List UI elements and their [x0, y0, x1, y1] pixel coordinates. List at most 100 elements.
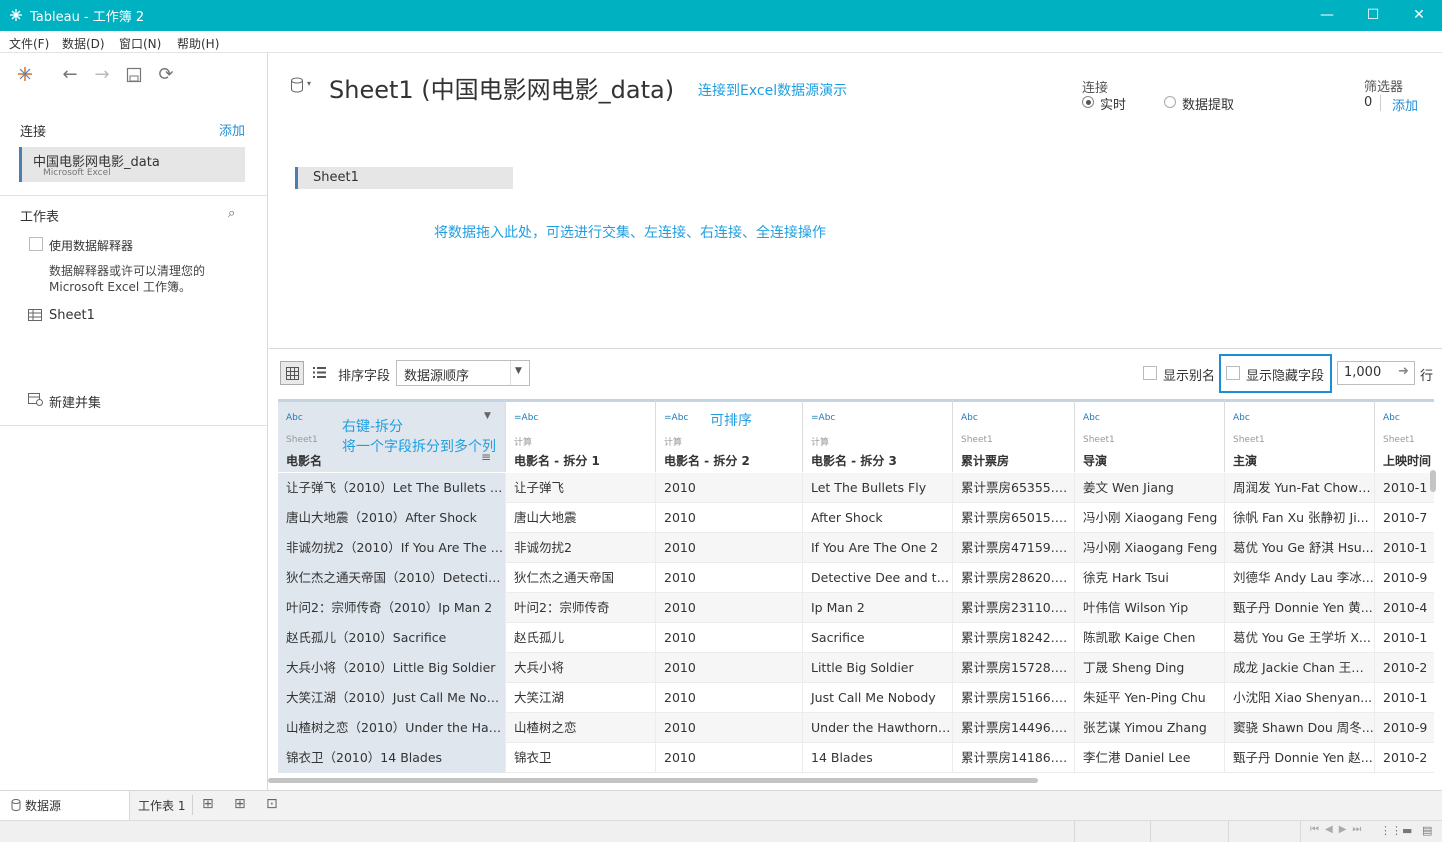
connection-item[interactable]: 中国电影网电影_data Microsoft Excel	[19, 147, 245, 182]
column-header[interactable]: =Abc 计算 电影名 - 拆分 1	[506, 399, 656, 472]
refresh-icon[interactable]: ⟳	[156, 65, 176, 85]
add-filter-link[interactable]: 添加	[1392, 95, 1418, 114]
show-hidden-checkbox[interactable]	[1226, 366, 1240, 380]
filmstrip-icon[interactable]: ▬	[1402, 824, 1412, 837]
table-row[interactable]: 赵氏孤儿（2010）Sacrifice 赵氏孤儿 2010 Sacrifice 累计票房…	[278, 623, 1434, 653]
title-bar: Tableau - 工作簿 2 — ☐ ✕	[0, 0, 1442, 31]
save-icon[interactable]	[126, 67, 142, 83]
arrow-right-icon[interactable]: ➜	[1398, 364, 1409, 379]
tab-datasource[interactable]: 数据源	[0, 791, 130, 820]
table-row[interactable]: 山楂树之恋（2010）Under the Haw... 山楂树之恋 2010 Unde…	[278, 713, 1434, 743]
table-icon	[28, 309, 42, 321]
divider	[0, 425, 268, 426]
table-cell: 累计票房65015.7万	[953, 503, 1075, 533]
column-header[interactable]: Abc Sheet1 上映时间	[1375, 399, 1434, 472]
rows-input[interactable]: 1,000 ➜	[1337, 361, 1415, 385]
column-header[interactable]: Abc Sheet1 累计票房	[953, 399, 1075, 472]
new-sheet-icon[interactable]: ⊞	[202, 796, 214, 812]
column-menu-icon[interactable]: ▼	[484, 411, 491, 421]
vertical-scrollbar[interactable]	[1430, 470, 1436, 492]
home-icon[interactable]	[16, 65, 34, 83]
new-union-link[interactable]: 新建并集	[49, 392, 101, 411]
column-name: 电影名 - 拆分 3	[811, 454, 897, 468]
type-icon: Abc	[1083, 413, 1100, 423]
datasource-title[interactable]: Sheet1 (中国电影网电影_data)	[329, 70, 674, 105]
horizontal-scrollbar[interactable]	[268, 778, 1038, 783]
annotation-split-2: 将一个字段拆分到多个列	[342, 439, 496, 455]
close-button[interactable]: ✕	[1396, 0, 1442, 31]
minimize-button[interactable]: —	[1304, 0, 1350, 31]
maximize-button[interactable]: ☐	[1350, 0, 1396, 31]
table-cell: 2010	[656, 623, 803, 653]
grid-view-button[interactable]	[280, 361, 304, 385]
type-icon: =Abc	[514, 413, 539, 423]
back-icon[interactable]: ←	[60, 65, 80, 85]
column-source: Sheet1	[1083, 435, 1115, 445]
table-cell: 李仁港 Daniel Lee	[1075, 743, 1225, 773]
interpreter-checkbox[interactable]	[29, 237, 43, 251]
table-row[interactable]: 叶问2：宗师传奇（2010）Ip Man 2 叶问2：宗师传奇 2010 Ip Man…	[278, 593, 1434, 623]
column-header[interactable]: =Abc 计算 电影名 - 拆分 3	[803, 399, 953, 472]
sheet-item[interactable]: Sheet1	[49, 308, 95, 323]
menu-help[interactable]: 帮助(H)	[177, 35, 219, 52]
table-cell: 2010-1	[1375, 473, 1434, 503]
table-row[interactable]: 大兵小将（2010）Little Big Soldier 大兵小将 2010 Litt…	[278, 653, 1434, 683]
column-name: 电影名 - 拆分 1	[514, 454, 600, 468]
table-pill[interactable]: Sheet1	[295, 167, 513, 189]
table-row[interactable]: 唐山大地震（2010）After Shock 唐山大地震 2010 After Sho…	[278, 503, 1434, 533]
datasource-icon[interactable]	[290, 77, 304, 93]
table-cell: 2010-1	[1375, 533, 1434, 563]
table-cell: If You Are The One 2	[803, 533, 953, 563]
sort-select[interactable]: 数据源顺序 ▼	[396, 360, 530, 386]
column-source: 计算	[664, 438, 683, 448]
table-cell: Detective Dee and th...	[803, 563, 953, 593]
table-cell: 锦衣卫（2010）14 Blades	[278, 743, 506, 773]
table-row[interactable]: 非诚勿扰2（2010）If You Are The O... 非诚勿扰2 2010 I…	[278, 533, 1434, 563]
column-source: 计算	[811, 438, 830, 448]
show-alias-checkbox[interactable]	[1143, 366, 1157, 380]
table-row[interactable]: 狄仁杰之通天帝国（2010）Detective... 狄仁杰之通天帝国 2010 De…	[278, 563, 1434, 593]
table-cell: 2010-9	[1375, 713, 1434, 743]
nav-arrows-icon[interactable]: ⏮◀▶⏭	[1310, 824, 1367, 835]
grid-small-icon[interactable]: ⋮⋮	[1380, 824, 1402, 837]
type-icon: Abc	[961, 413, 978, 423]
table-cell: 2010	[656, 743, 803, 773]
new-story-icon[interactable]: ⊡	[266, 796, 278, 812]
table-cell: 狄仁杰之通天帝国	[506, 563, 656, 593]
table-cell: Let The Bullets Fly	[803, 473, 953, 503]
column-header[interactable]: Abc Sheet1 导演	[1075, 399, 1225, 472]
data-grid: Abc Sheet1 电影名 =Abc 计算 电影名 - 拆分 1 =Abc 计算 电影名 - …	[278, 399, 1434, 773]
sort-select-value: 数据源顺序	[404, 369, 470, 384]
live-radio[interactable]	[1082, 96, 1094, 108]
table-cell: 朱延平 Yen-Ping Chu	[1075, 683, 1225, 713]
forward-icon[interactable]: →	[92, 65, 112, 85]
table-cell: 非诚勿扰2（2010）If You Are The O...	[278, 533, 506, 563]
menu-window[interactable]: 窗口(N)	[119, 35, 161, 52]
tabs-icon[interactable]: ▤	[1422, 824, 1432, 837]
table-row[interactable]: 锦衣卫（2010）14 Blades 锦衣卫 2010 14 Blades 累计票房14…	[278, 743, 1434, 773]
sort-icon[interactable]: ≡	[481, 450, 491, 464]
table-row[interactable]: 让子弹飞（2010）Let The Bullets Fly 让子弹飞 2010 Let…	[278, 473, 1434, 503]
add-connection-link[interactable]: 添加	[219, 120, 245, 139]
menu-bar: 文件(F) 数据(D) 窗口(N) 帮助(H)	[0, 31, 1442, 53]
datasource-icon	[11, 799, 21, 811]
search-icon[interactable]: ⌕	[228, 206, 235, 221]
tab-sheet[interactable]: 工作表 1	[138, 797, 185, 814]
type-icon: =Abc	[664, 413, 689, 423]
list-view-icon[interactable]	[313, 367, 326, 378]
table-cell: 葛优 You Ge 王学圻 X...	[1225, 623, 1375, 653]
datasource-dropdown-icon[interactable]: ▾	[307, 79, 311, 88]
extract-radio[interactable]	[1164, 96, 1176, 108]
new-dashboard-icon[interactable]: ⊞	[234, 796, 246, 812]
menu-data[interactable]: 数据(D)	[62, 35, 105, 52]
menu-file[interactable]: 文件(F)	[9, 35, 49, 52]
table-row[interactable]: 大笑江湖（2010）Just Call Me Nob... 大笑江湖 2010 Jus…	[278, 683, 1434, 713]
table-cell: 窦骁 Shawn Dou 周冬...	[1225, 713, 1375, 743]
column-header[interactable]: Abc Sheet1 主演	[1225, 399, 1375, 472]
table-cell: 2010-2	[1375, 653, 1434, 683]
table-cell: 小沈阳 Xiao Shenyan...	[1225, 683, 1375, 713]
connection-type: Microsoft Excel	[43, 168, 111, 178]
sheet-tab-bar: 数据源 工作表 1 ⊞ ⊞ ⊡	[0, 790, 1442, 820]
table-cell: 唐山大地震（2010）After Shock	[278, 503, 506, 533]
table-cell: 山楂树之恋	[506, 713, 656, 743]
